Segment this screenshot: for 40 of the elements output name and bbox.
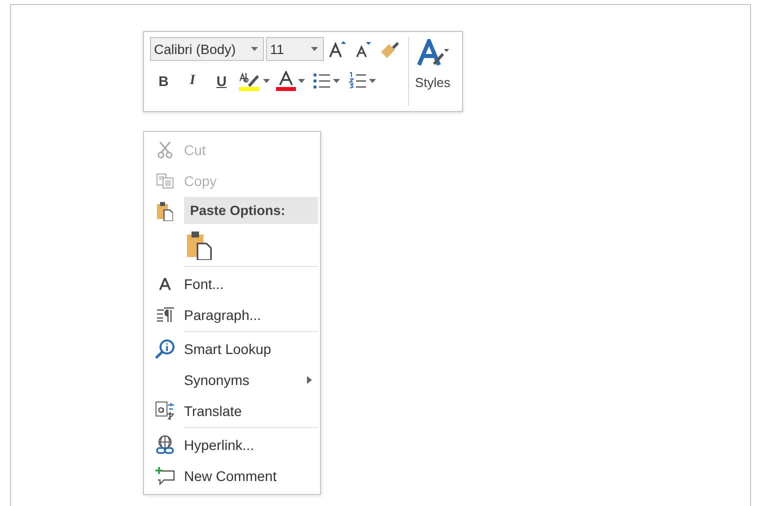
caret-icon [262,79,270,83]
numbered-list-icon [348,72,366,90]
menu-item[interactable]: Hyperlink... [146,429,318,460]
clipboard-icon [186,230,212,260]
submenu-arrow-icon [306,376,312,384]
caret-icon [251,47,258,51]
paste-options-header: Paste Options: [184,197,318,224]
caret-icon [311,47,318,51]
caret-icon [332,79,340,83]
search-info-icon [155,338,175,358]
underline-button[interactable]: U [208,70,235,92]
styles-button[interactable]: Styles [415,37,450,106]
copy-icon [156,172,174,188]
globe-link-icon [155,434,175,454]
italic-button[interactable]: I [179,70,206,92]
bullet-list-icon [312,72,330,90]
menu-item[interactable]: Translate [146,395,318,426]
caret-icon [368,79,376,83]
comment-add-icon [155,466,175,484]
paintbrush-icon [380,40,400,58]
menu-item[interactable]: Font... [146,268,318,299]
menu-item[interactable]: Smart Lookup [146,333,318,364]
font-name-combo[interactable]: Calibri (Body) [150,37,264,61]
styles-icon [416,39,449,67]
scissors-icon [157,140,173,158]
font-color-icon [276,71,296,91]
font-color-button[interactable] [273,70,307,92]
grow-font-icon [329,40,347,58]
letter-a-icon [159,278,171,290]
clipboard-icon [157,200,173,220]
menu-item[interactable]: New Comment [146,460,318,491]
paragraph-icon [156,307,174,322]
translate-icon [155,400,175,420]
highlight-button[interactable] [237,70,271,92]
menu-item[interactable]: Paragraph... [146,299,318,330]
caret-icon [298,79,304,83]
menu-item[interactable]: Synonyms [146,364,318,395]
font-size-combo[interactable]: 11 [266,37,324,61]
bold-button[interactable]: B [150,70,177,92]
shrink-font-icon [356,41,372,57]
